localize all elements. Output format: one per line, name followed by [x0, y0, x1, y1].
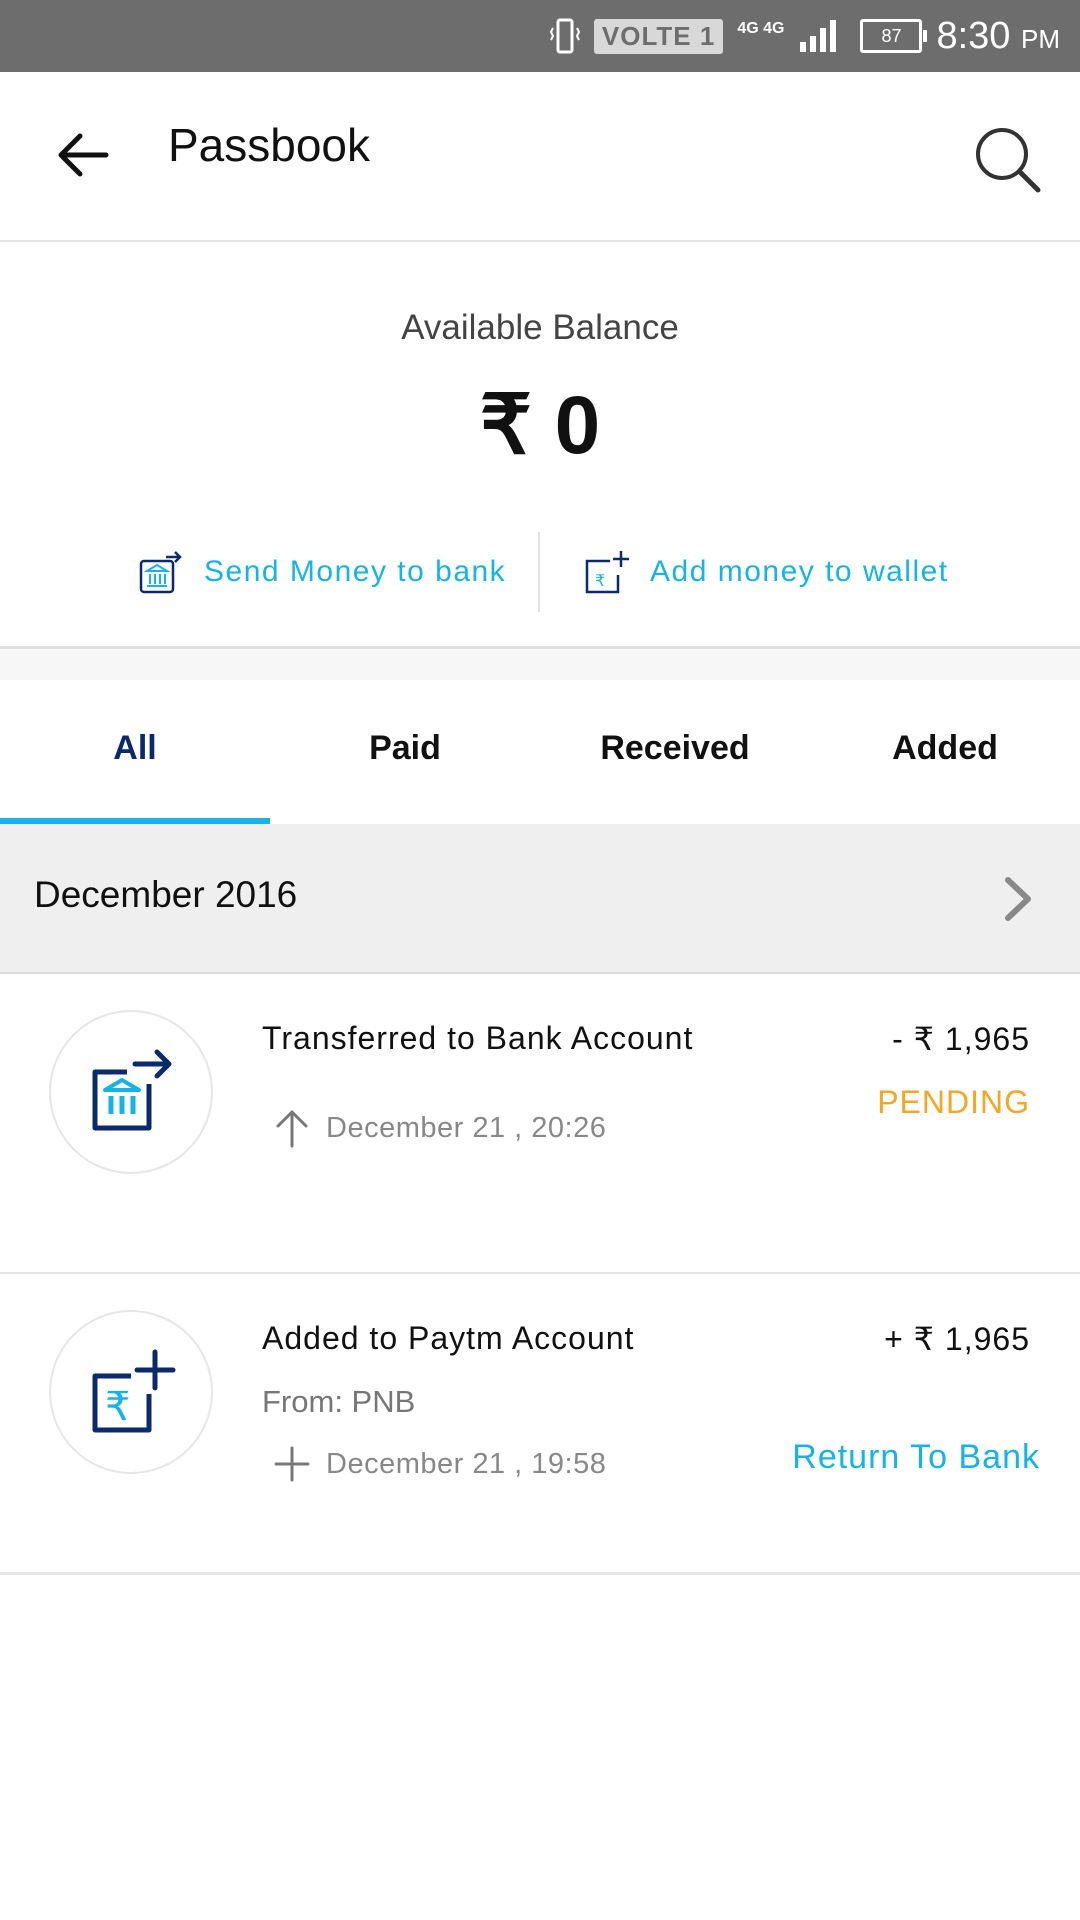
tab-added[interactable]: Added: [810, 680, 1080, 824]
balance-amount: ₹ 0: [479, 380, 601, 471]
transaction-date-row: December 21 , 19:58: [272, 1444, 606, 1484]
volte-badge: VOLTE 1: [593, 18, 724, 54]
add-money-to-wallet-button[interactable]: ₹ Add money to wallet: [584, 532, 949, 612]
wallet-add-icon: ₹: [585, 551, 629, 594]
tab-received[interactable]: Received: [540, 680, 810, 824]
filter-tabs: All Paid Received Added: [0, 680, 1080, 824]
arrow-up-icon: [276, 1110, 308, 1148]
transaction-amount: - ₹ 1,965: [892, 1021, 1030, 1057]
transaction-avatar: [49, 1010, 213, 1174]
bank-send-icon: [139, 551, 182, 594]
transaction-date: December 21 , 20:26: [326, 1111, 607, 1144]
transaction-title: Transferred to Bank Account: [262, 1020, 694, 1056]
svg-text:₹: ₹: [105, 1384, 130, 1430]
signal-icon: [800, 20, 837, 52]
plus-icon: [274, 1446, 310, 1482]
tab-all[interactable]: All: [0, 680, 270, 824]
send-money-label: Send Money to bank: [204, 555, 507, 588]
quick-actions: Send Money to bank ₹ Add money to wallet: [0, 532, 1080, 612]
clock-ampm: PM: [1021, 23, 1060, 54]
send-money-to-bank-button[interactable]: Send Money to bank: [138, 532, 506, 612]
bank-transfer-icon: [92, 1049, 172, 1131]
action-divider: [538, 532, 540, 612]
add-money-icon: ₹: [92, 1349, 176, 1433]
chevron-right-icon: [1005, 877, 1031, 921]
back-arrow-icon[interactable]: [56, 128, 110, 182]
search-icon[interactable]: [972, 124, 1042, 194]
transaction-item[interactable]: ₹ Added to Paytm Account From: PNB + ₹ 1…: [0, 1274, 1080, 1575]
transaction-title: Added to Paytm Account: [262, 1320, 635, 1356]
transaction-amount: + ₹ 1,965: [884, 1321, 1030, 1357]
month-label: December 2016: [34, 874, 298, 915]
transaction-avatar: ₹: [49, 1310, 213, 1474]
transaction-status: PENDING: [877, 1084, 1030, 1120]
svg-text:₹: ₹: [595, 571, 607, 590]
clock: 8:30 PM: [936, 15, 1060, 58]
tab-paid[interactable]: Paid: [270, 680, 540, 824]
transaction-date: December 21 , 19:58: [326, 1447, 607, 1480]
transaction-item[interactable]: Transferred to Bank Account - ₹ 1,965 PE…: [0, 974, 1080, 1275]
transaction-source: From: PNB: [262, 1384, 416, 1419]
balance-section: Available Balance ₹ 0 Send Money to bank…: [0, 242, 1080, 646]
transaction-date-row: December 21 , 20:26: [272, 1108, 606, 1148]
network-type: 4G 4G: [737, 20, 785, 37]
return-to-bank-link[interactable]: Return To Bank: [792, 1438, 1040, 1477]
app-bar: Passbook: [0, 72, 1080, 242]
add-money-label: Add money to wallet: [650, 555, 949, 588]
balance-label: Available Balance: [401, 308, 679, 347]
vibrate-icon: [549, 18, 580, 54]
clock-time: 8:30: [936, 14, 1011, 57]
page-title: Passbook: [168, 119, 371, 171]
status-bar: VOLTE 1 4G 4G 87 8:30 PM: [0, 0, 1080, 72]
section-separator: [0, 646, 1080, 683]
month-header[interactable]: December 2016: [0, 824, 1080, 974]
battery-icon: 87: [860, 19, 928, 53]
